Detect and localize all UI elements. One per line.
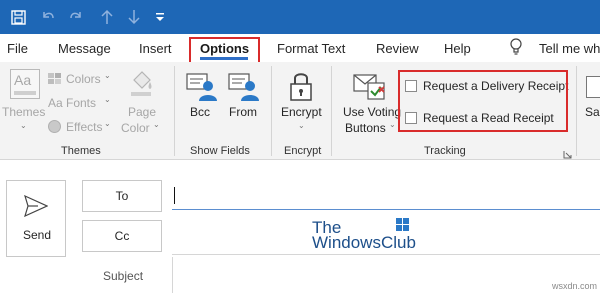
to-button[interactable]: To [82, 180, 162, 212]
watermark-line2: WindowsClub [312, 233, 416, 252]
tab-message[interactable]: Message [58, 41, 111, 56]
tab-review[interactable]: Review [376, 41, 419, 56]
save-icon[interactable] [8, 7, 28, 27]
color-palette-icon [48, 72, 62, 84]
from-label: From [229, 105, 257, 119]
group-label-encrypt: Encrypt [284, 145, 322, 157]
customize-toolbar-icon[interactable] [150, 7, 170, 27]
effects-icon [48, 120, 61, 133]
chevron-down-icon: ⌄ [153, 120, 160, 129]
effects-label: Effects [66, 120, 103, 134]
voting-buttons-label-line2: Buttons [345, 121, 386, 135]
chevron-down-icon: ⌄ [104, 119, 111, 128]
encrypt-label: Encrypt [281, 105, 322, 119]
send-icon [24, 194, 49, 218]
send-button[interactable]: Send [6, 180, 66, 257]
chevron-down-icon: ⌄ [389, 120, 396, 129]
corner-watermark: wsxdn.com [552, 281, 598, 291]
text-cursor [174, 187, 175, 204]
subject-field[interactable] [172, 262, 600, 288]
themes-icon: Aa [10, 69, 40, 99]
cc-button[interactable]: Cc [82, 220, 162, 252]
themes-label: Themes [2, 105, 46, 119]
receipts-highlight [398, 70, 568, 132]
windows-logo-icon [396, 218, 410, 232]
save-as-partial-label: Sa [585, 105, 600, 119]
group-separator [331, 66, 332, 156]
colors-label: Colors [66, 72, 101, 86]
chevron-down-icon: ⌄ [298, 121, 305, 130]
undo-icon[interactable] [38, 7, 58, 27]
reject-icon [370, 82, 386, 98]
bcc-label: Bcc [190, 105, 211, 119]
group-label-themes: Themes [61, 145, 101, 157]
group-separator [576, 66, 577, 156]
to-label: To [115, 189, 129, 203]
page-color-label: Page [128, 105, 157, 119]
chevron-down-icon: ⌄ [104, 95, 111, 104]
tell-me-search[interactable]: Tell me wh [539, 41, 600, 56]
tab-insert[interactable]: Insert [139, 41, 172, 56]
chevron-down-icon: ⌄ [20, 121, 27, 130]
lightbulb-icon [509, 38, 525, 56]
group-label-show-fields: Show Fields [190, 145, 250, 157]
to-field-underline [172, 209, 600, 210]
group-label-tracking: Tracking [424, 145, 466, 157]
paint-bucket-icon [128, 70, 154, 98]
send-label: Send [23, 228, 52, 242]
subject-label: Subject [103, 269, 144, 283]
save-as-icon [586, 76, 600, 98]
group-separator [271, 66, 272, 156]
subject-field-divider [172, 257, 173, 293]
title-bar [0, 0, 600, 34]
tab-format-text[interactable]: Format Text [277, 41, 345, 56]
options-tab-highlight [189, 37, 260, 65]
chevron-down-icon: ⌄ [104, 71, 111, 80]
page-color-label-line2: Color [121, 121, 150, 135]
arrow-up-icon[interactable] [97, 7, 117, 27]
bcc-icon [186, 70, 218, 102]
cc-field-underline [172, 254, 600, 255]
tab-file[interactable]: File [7, 41, 28, 56]
tab-help[interactable]: Help [444, 41, 471, 56]
lock-icon [288, 70, 314, 102]
group-separator [174, 66, 175, 156]
cc-label: Cc [114, 229, 130, 243]
arrow-down-icon[interactable] [124, 7, 144, 27]
redo-icon[interactable] [66, 7, 86, 27]
voting-buttons-label: Use Voting [343, 105, 402, 119]
fonts-icon: Aa [48, 96, 63, 110]
from-icon [228, 70, 260, 102]
dialog-launcher-icon[interactable] [563, 146, 572, 159]
fonts-label: Fonts [66, 96, 97, 110]
to-field[interactable] [172, 186, 600, 208]
